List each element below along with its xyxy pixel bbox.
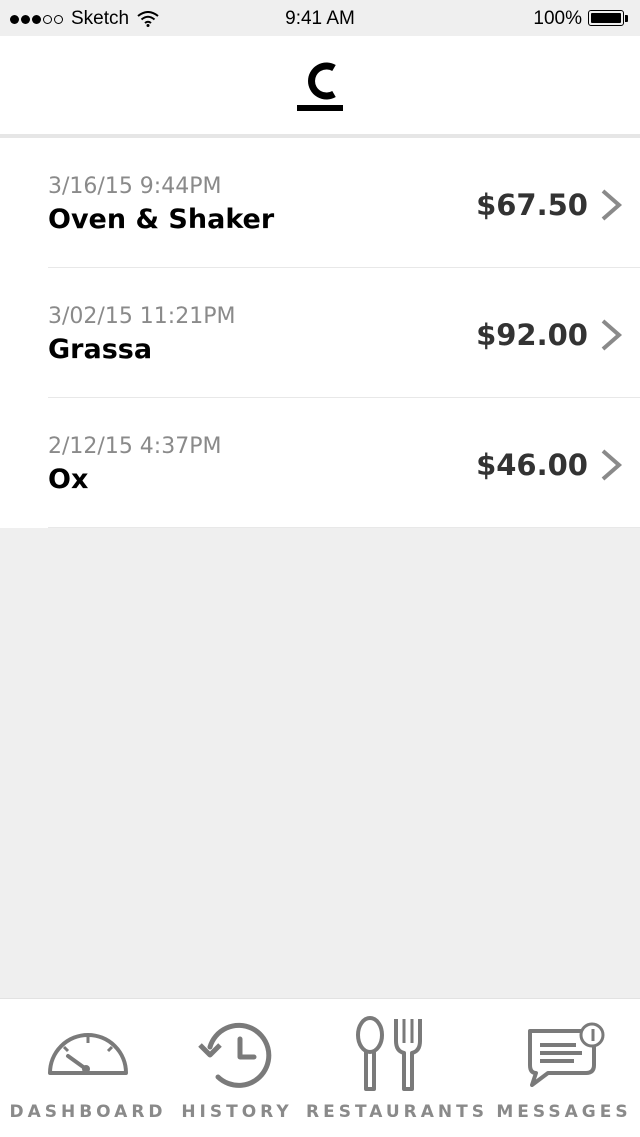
history-clock-icon <box>198 1022 272 1088</box>
spoon-fork-icon <box>356 1016 422 1091</box>
tab-bar: DASHBOARD HISTORY RESTAURANTS MESSAGES <box>0 998 640 1137</box>
status-right: 100% <box>533 8 630 30</box>
restaurant-name: Oven & Shaker <box>48 204 275 235</box>
transaction-amount: $67.50 <box>476 188 588 222</box>
battery-percent: 100% <box>533 8 582 29</box>
c-logo-icon[interactable] <box>296 56 344 116</box>
tab-label: RESTAURANTS <box>306 1102 488 1122</box>
tab-label: DASHBOARD <box>9 1102 167 1122</box>
transaction-list: 3/16/15 9:44PM Oven & Shaker $67.50 3/02… <box>0 138 640 528</box>
transaction-datetime: 3/16/15 9:44PM <box>48 174 222 199</box>
transaction-row[interactable]: 2/12/15 4:37PM Ox $46.00 <box>0 398 640 528</box>
transaction-amount: $46.00 <box>476 448 588 482</box>
restaurant-name: Grassa <box>48 334 153 365</box>
tab-messages[interactable]: MESSAGES <box>496 999 632 1137</box>
tab-history[interactable]: HISTORY <box>178 999 296 1137</box>
tab-restaurants[interactable]: RESTAURANTS <box>306 999 488 1137</box>
chevron-right-icon <box>601 189 623 221</box>
row-divider <box>48 527 640 528</box>
tab-label: MESSAGES <box>496 1102 632 1122</box>
nav-bar <box>0 36 640 138</box>
tab-dashboard[interactable]: DASHBOARD <box>8 999 168 1137</box>
dashboard-gauge-icon <box>48 1033 128 1075</box>
status-bar: Sketch 9:41 AM 100% <box>0 0 640 36</box>
transaction-row[interactable]: 3/02/15 11:21PM Grassa $92.00 <box>0 268 640 398</box>
chevron-right-icon <box>601 449 623 481</box>
transaction-row[interactable]: 3/16/15 9:44PM Oven & Shaker $67.50 <box>0 138 640 268</box>
tab-label: HISTORY <box>181 1102 293 1122</box>
transaction-datetime: 2/12/15 4:37PM <box>48 434 222 459</box>
transaction-amount: $92.00 <box>476 318 588 352</box>
restaurant-name: Ox <box>48 464 89 495</box>
chevron-right-icon <box>601 319 623 351</box>
transaction-datetime: 3/02/15 11:21PM <box>48 304 236 329</box>
battery-icon <box>588 10 630 28</box>
message-bubble-icon <box>528 1022 605 1087</box>
